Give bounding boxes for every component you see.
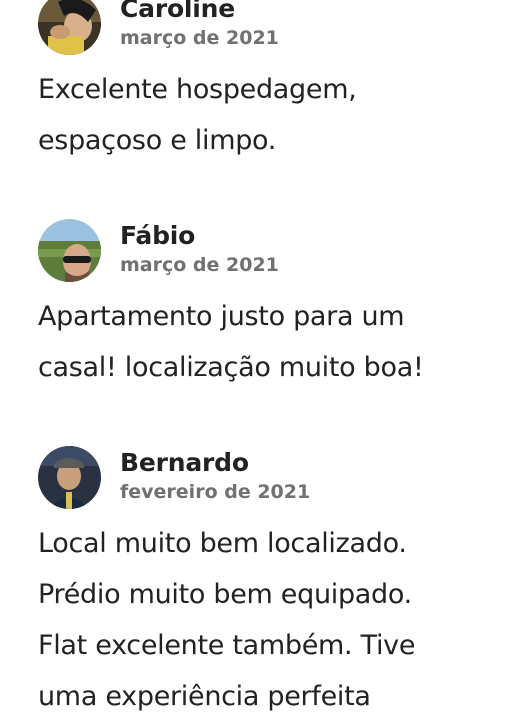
review-text-line: espaçoso e limpo. xyxy=(38,125,277,156)
review-text-line: Excelente hospedagem, xyxy=(38,74,357,105)
review-item: Caroline março de 2021 Excelente hospeda… xyxy=(38,0,478,166)
reviewer-name: Bernardo xyxy=(120,448,249,477)
review-text: Apartamento justo para um casal! localiz… xyxy=(38,291,478,393)
reviewer-meta: Fábio março de 2021 xyxy=(120,221,279,277)
avatar-photo-icon xyxy=(38,446,101,509)
review-item: Bernardo fevereiro de 2021 Local muito b… xyxy=(38,446,478,722)
review-header: Caroline março de 2021 xyxy=(38,0,478,56)
review-date: fevereiro de 2021 xyxy=(120,481,311,503)
avatar[interactable] xyxy=(38,446,101,509)
avatar[interactable] xyxy=(38,0,101,55)
reviewer-meta: Bernardo fevereiro de 2021 xyxy=(120,448,310,504)
review-header: Fábio março de 2021 xyxy=(38,219,478,283)
review-text-line: Local muito bem localizado. xyxy=(38,528,407,559)
review-date: março de 2021 xyxy=(120,27,279,49)
review-item: Fábio março de 2021 Apartamento justo pa… xyxy=(38,219,478,393)
reviewer-meta: Caroline março de 2021 xyxy=(120,0,279,50)
review-text: Excelente hospedagem, espaçoso e limpo. xyxy=(38,64,478,166)
reviewer-name: Fábio xyxy=(120,221,196,250)
review-text: Local muito bem localizado. Prédio muito… xyxy=(38,518,478,722)
review-text-line: Prédio muito bem equipado. xyxy=(38,579,412,610)
avatar-photo-icon xyxy=(38,0,101,55)
review-text-line: Flat excelente também. Tive xyxy=(38,630,416,661)
review-text-line: Apartamento justo para um xyxy=(38,301,405,332)
review-text-line: casal! localização muito boa! xyxy=(38,352,424,383)
review-text-line: uma experiência perfeita xyxy=(38,681,371,712)
avatar[interactable] xyxy=(38,219,101,282)
review-date: março de 2021 xyxy=(120,254,279,276)
avatar-photo-icon xyxy=(38,219,101,282)
review-header: Bernardo fevereiro de 2021 xyxy=(38,446,478,510)
reviewer-name: Caroline xyxy=(120,0,236,23)
